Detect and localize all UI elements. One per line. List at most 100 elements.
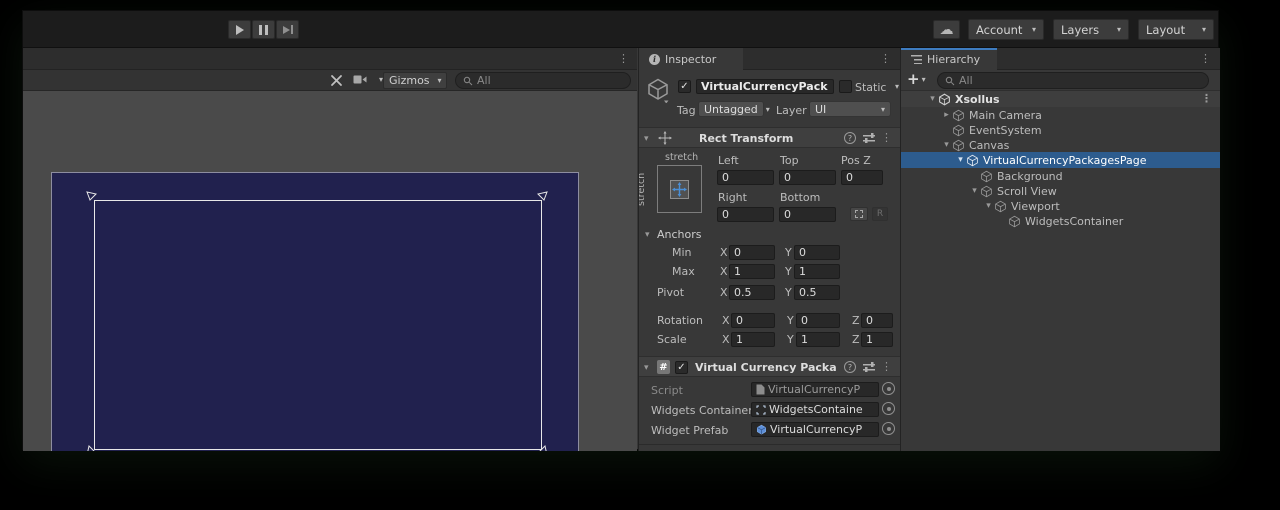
widgets-container-field[interactable]: WidgetsContaine <box>751 402 879 417</box>
object-picker-icon[interactable] <box>882 422 895 435</box>
pause-button[interactable] <box>252 20 275 39</box>
anchors-max-label: Max <box>672 265 695 278</box>
right-field[interactable]: 0 <box>717 207 774 222</box>
scene-camera-dropdown[interactable]: ▾ <box>353 74 383 85</box>
scene-menu-kebab-icon[interactable]: ⋮ <box>618 53 629 64</box>
hierarchy-search-input[interactable]: All <box>937 72 1209 89</box>
component-kebab-icon[interactable]: ⋮ <box>881 132 892 143</box>
object-picker-icon[interactable] <box>882 402 895 415</box>
blueprint-icon <box>855 210 863 218</box>
layers-dropdown[interactable]: Layers▾ <box>1053 19 1129 40</box>
tree-item-scene-xsollus[interactable]: ▾ Xsollus ⋮ <box>901 91 1220 107</box>
component-kebab-icon[interactable]: ⋮ <box>881 361 892 372</box>
right-label: Right <box>718 191 747 204</box>
anchors-min-x-field[interactable]: 0 <box>729 245 775 260</box>
hierarchy-menu-kebab-icon[interactable]: ⋮ <box>1200 53 1211 64</box>
anchor-handle-top-left[interactable] <box>85 190 99 204</box>
foldout-open-icon[interactable]: ▾ <box>927 94 938 104</box>
min-y-value: 0 <box>799 246 806 259</box>
gizmos-dropdown[interactable]: Gizmos ▾ <box>383 72 447 89</box>
presets-icon[interactable] <box>863 362 875 372</box>
raw-edit-mode-button[interactable]: R <box>872 207 888 221</box>
static-chevron-icon[interactable]: ▾ <box>895 82 899 91</box>
tree-item-label: EventSystem <box>969 124 1042 137</box>
scale-x-field[interactable]: 1 <box>731 332 775 347</box>
blueprint-mode-button[interactable] <box>850 207 868 221</box>
top-field[interactable]: 0 <box>779 170 836 185</box>
gameobject-cube-icon[interactable] <box>646 77 670 106</box>
anchors-max-y-field[interactable]: 1 <box>794 264 840 279</box>
tab-inspector[interactable]: i Inspector <box>639 48 743 70</box>
foldout-open-icon[interactable]: ▾ <box>644 363 649 373</box>
rect-transform-title: Rect Transform <box>699 132 793 145</box>
tree-item-eventsystem[interactable]: EventSystem <box>901 122 1220 138</box>
tree-item-scroll-view[interactable]: ▾ Scroll View <box>901 183 1220 199</box>
bottom-field[interactable]: 0 <box>779 207 836 222</box>
inspector-panel: i Inspector ⋮ ✓ VirtualCurrencyPack Stat… <box>638 48 900 451</box>
foldout-closed-icon[interactable]: ▸ <box>941 110 952 120</box>
anchor-handle-bottom-right[interactable] <box>535 443 549 451</box>
widget-prefab-field[interactable]: VirtualCurrencyP <box>751 422 879 437</box>
cloud-services-button[interactable]: ☁ <box>933 20 960 39</box>
tree-item-label: Background <box>997 170 1063 183</box>
anchor-handle-top-right[interactable] <box>535 190 549 204</box>
create-object-button[interactable]: +▾ <box>907 72 926 87</box>
rotation-z-field[interactable]: 0 <box>861 313 893 328</box>
tag-dropdown[interactable]: Untagged▾ <box>698 101 764 117</box>
anchor-preset-button[interactable] <box>657 165 702 213</box>
foldout-open-icon[interactable]: ▾ <box>983 201 994 211</box>
help-icon[interactable]: ? <box>844 361 856 373</box>
object-picker-icon[interactable] <box>882 382 895 395</box>
play-button[interactable] <box>228 20 251 39</box>
scene-view-panel: ⋮ ▾ Gizmos ▾ All <box>23 48 637 451</box>
inspector-menu-kebab-icon[interactable]: ⋮ <box>880 53 891 64</box>
anchors-max-x-field[interactable]: 1 <box>729 264 775 279</box>
rotation-y-field[interactable]: 0 <box>796 313 840 328</box>
tools-icon[interactable] <box>329 73 344 91</box>
tree-item-virtualcurrencypackagespage[interactable]: ▾ VirtualCurrencyPackagesPage <box>901 152 1220 168</box>
scale-z-field[interactable]: 1 <box>861 332 893 347</box>
script-field[interactable]: VirtualCurrencyP <box>751 382 879 397</box>
canvas-game-area <box>51 172 579 451</box>
rect-transform-gizmo[interactable] <box>94 200 542 450</box>
hierarchy-toolbar: +▾ All <box>901 70 1220 91</box>
step-button[interactable] <box>276 20 299 39</box>
layout-dropdown[interactable]: Layout▾ <box>1138 19 1214 40</box>
help-icon[interactable]: ? <box>844 132 856 144</box>
component-enabled-checkbox[interactable]: ✓ <box>675 361 688 374</box>
main-toolbar: ☁ Account▾ Layers▾ Layout▾ <box>23 11 1218 48</box>
gameobject-active-checkbox[interactable]: ✓ <box>678 80 691 93</box>
chevron-down-icon: ▾ <box>1117 25 1121 34</box>
anchor-handle-bottom-left[interactable] <box>85 443 99 451</box>
anchors-min-y-field[interactable]: 0 <box>794 245 840 260</box>
gameobject-name-field[interactable]: VirtualCurrencyPack <box>696 79 834 94</box>
anchors-foldout-icon[interactable]: ▾ <box>645 230 650 240</box>
foldout-open-icon[interactable]: ▾ <box>955 155 966 165</box>
scene-search-input[interactable]: All <box>455 72 631 89</box>
rect-transform-header[interactable]: ▾ Rect Transform ? ⋮ <box>639 127 900 148</box>
static-checkbox[interactable] <box>839 80 852 93</box>
foldout-open-icon[interactable]: ▾ <box>969 186 980 196</box>
pivot-y-field[interactable]: 0.5 <box>794 285 840 300</box>
presets-icon[interactable] <box>863 133 875 143</box>
pivot-x-field[interactable]: 0.5 <box>729 285 775 300</box>
tree-item-viewport[interactable]: ▾ Viewport <box>901 198 1220 214</box>
cube-icon <box>1008 215 1021 228</box>
tab-hierarchy[interactable]: Hierarchy <box>901 48 997 70</box>
account-dropdown[interactable]: Account▾ <box>968 19 1044 40</box>
left-field[interactable]: 0 <box>717 170 774 185</box>
tree-item-background[interactable]: Background <box>901 168 1220 184</box>
tree-item-main-camera[interactable]: ▸ Main Camera <box>901 107 1220 123</box>
tree-item-canvas[interactable]: ▾ Canvas <box>901 137 1220 153</box>
tree-item-widgetscontainer[interactable]: WidgetsContainer <box>901 213 1220 229</box>
scale-y-field[interactable]: 1 <box>796 332 840 347</box>
rotation-x-field[interactable]: 0 <box>731 313 775 328</box>
foldout-open-icon[interactable]: ▾ <box>644 134 649 144</box>
vc-component-header[interactable]: ▾ # ✓ Virtual Currency Packa ? ⋮ <box>639 356 900 377</box>
layer-dropdown[interactable]: UI▾ <box>809 101 891 117</box>
scene-viewport[interactable] <box>23 91 637 451</box>
left-label: Left <box>718 154 739 167</box>
posz-field[interactable]: 0 <box>841 170 883 185</box>
scene-kebab-icon[interactable]: ⋮ <box>1201 93 1212 104</box>
foldout-open-icon[interactable]: ▾ <box>941 140 952 150</box>
